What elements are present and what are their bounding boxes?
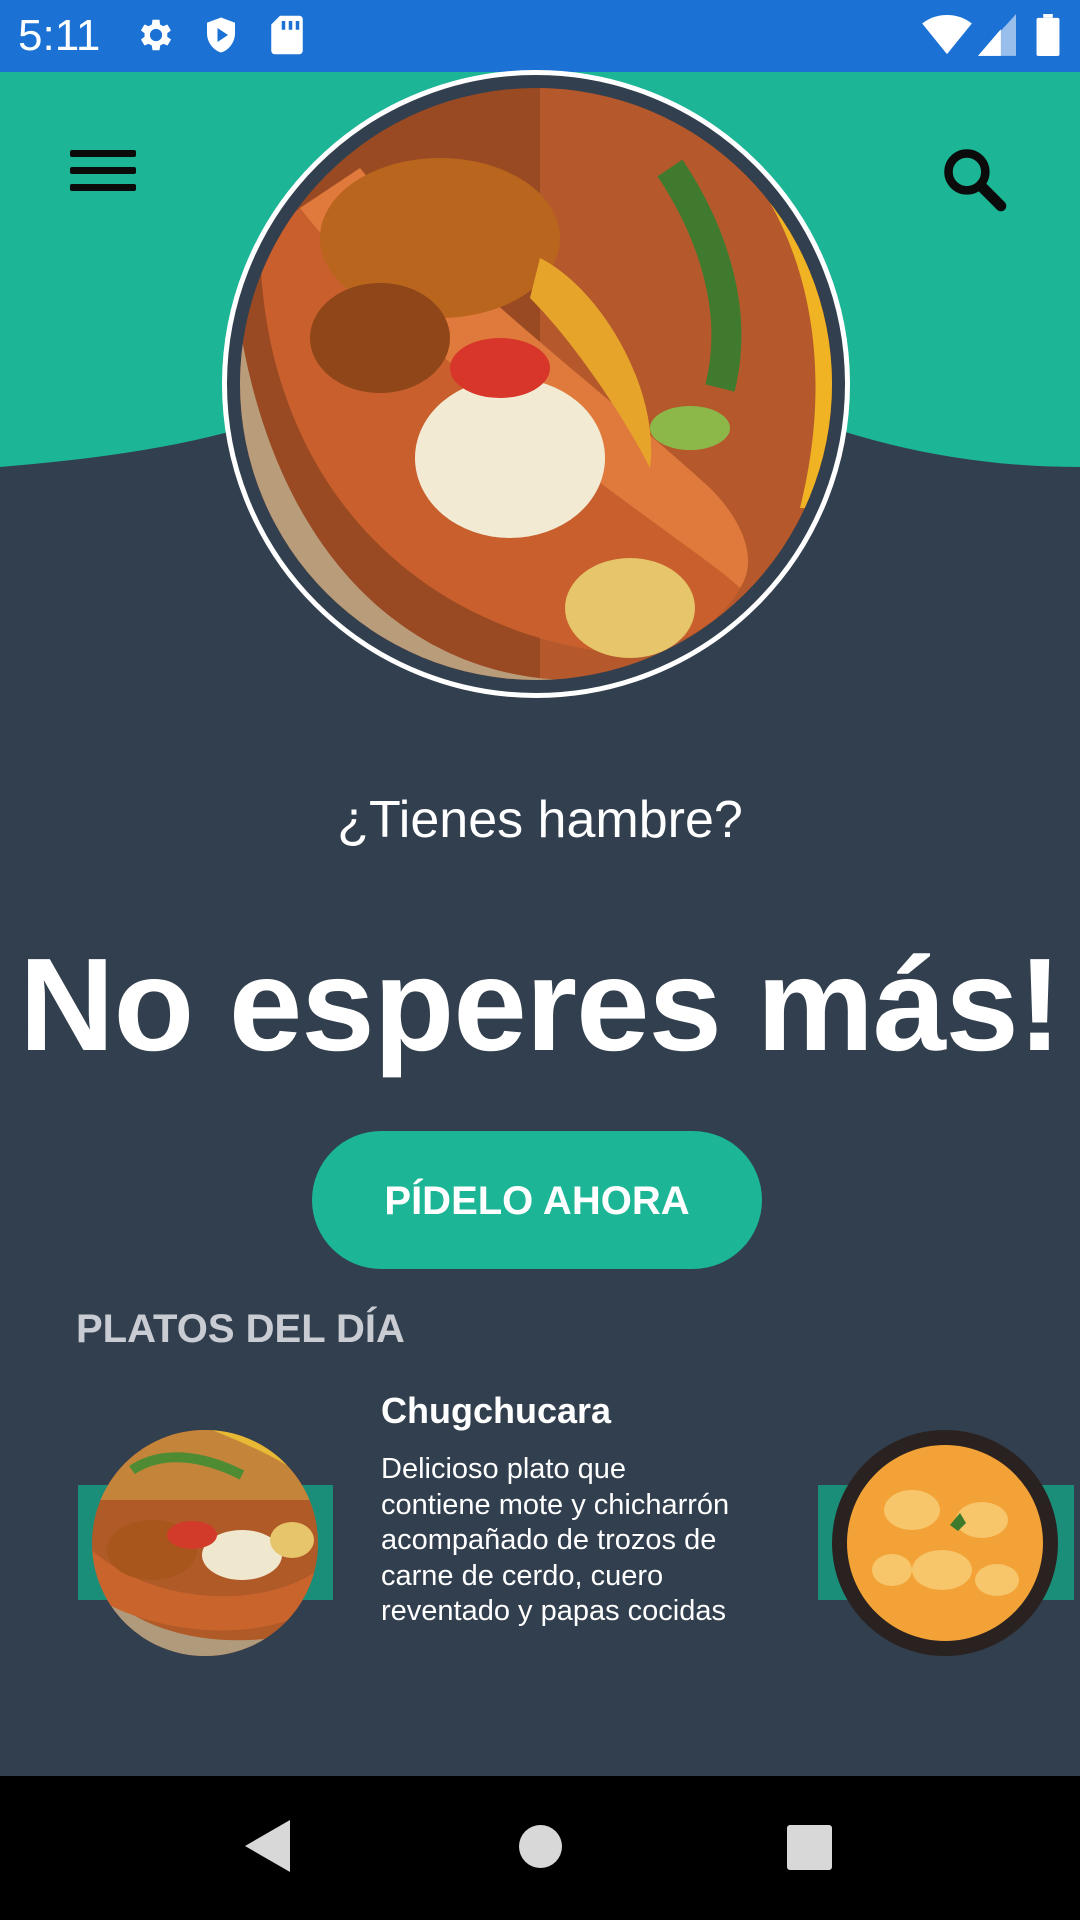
hero-question: ¿Tienes hambre? — [337, 791, 743, 849]
wifi-icon — [922, 14, 972, 55]
dish-image[interactable] — [818, 1430, 1074, 1656]
status-time: 5:11 — [18, 11, 101, 60]
status-bar: 5:11 — [0, 0, 1080, 72]
shield-icon — [207, 17, 235, 53]
navigation-bar — [0, 1776, 1080, 1920]
battery-icon — [1036, 14, 1060, 56]
dish-name: Chugchucara — [381, 1390, 612, 1431]
section-title: PLATOS DEL DÍA — [76, 1307, 405, 1351]
home-icon[interactable] — [519, 1825, 562, 1868]
recents-icon[interactable] — [787, 1825, 832, 1870]
signal-icon — [978, 14, 1016, 56]
back-icon[interactable] — [245, 1820, 290, 1872]
dish-description: Delicioso plato que contiene mote y chic… — [381, 1453, 730, 1627]
sd-card-icon — [271, 15, 303, 55]
search-icon[interactable] — [940, 145, 1008, 213]
hero-headline: No esperes más! — [19, 931, 1062, 1078]
hamburger-menu-icon[interactable] — [70, 150, 136, 200]
hero-food-image — [240, 88, 832, 680]
gear-icon — [140, 19, 172, 51]
dish-image[interactable] — [78, 1430, 333, 1656]
order-now-button[interactable]: PÍDELO AHORA — [312, 1131, 762, 1269]
